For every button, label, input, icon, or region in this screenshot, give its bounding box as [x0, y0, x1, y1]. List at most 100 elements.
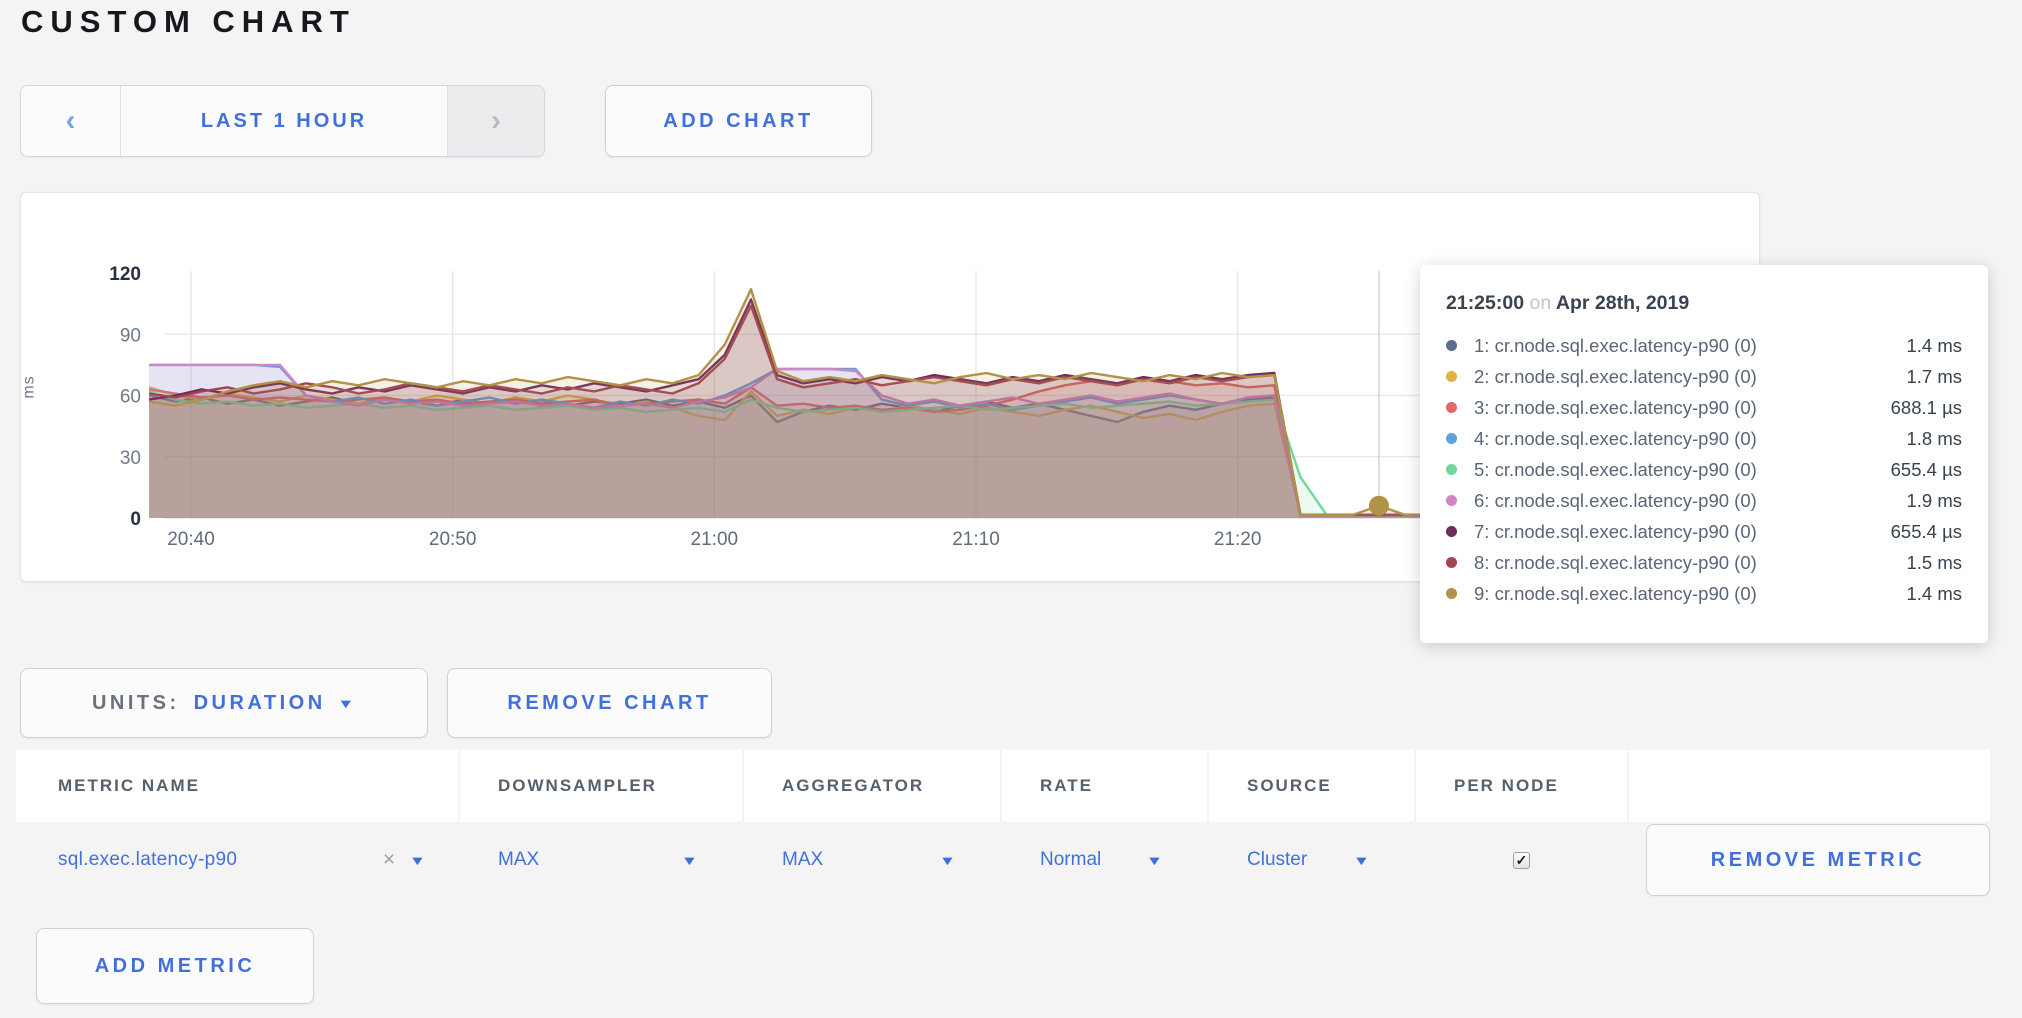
header-downsampler: DOWNSAMPLER [460, 750, 742, 822]
series-color-dot-icon [1446, 464, 1457, 475]
time-window-next-button[interactable]: › [447, 86, 544, 156]
time-window-dropdown[interactable]: LAST 1 HOUR [121, 86, 447, 156]
downsampler-select[interactable]: MAX [498, 849, 539, 871]
tooltip-series-label: 7: cr.node.sql.exec.latency-p90 (0) [1474, 521, 1757, 543]
tooltip-date: Apr 28th, 2019 [1556, 292, 1689, 314]
series-color-dot-icon [1446, 526, 1457, 537]
hover-point [1369, 496, 1389, 516]
tooltip-series-list: 1: cr.node.sql.exec.latency-p90 (0) 1.4 m… [1446, 330, 1962, 609]
tooltip-series-label: 5: cr.node.sql.exec.latency-p90 (0) [1474, 459, 1757, 481]
time-window-selector: ‹ LAST 1 HOUR › [20, 85, 545, 157]
chevron-left-icon: ‹ [66, 106, 76, 136]
y-tick-label: 90 [120, 325, 141, 346]
header-source: SOURCE [1209, 750, 1414, 822]
per-node-checkbox[interactable]: ✓ [1513, 852, 1530, 869]
clear-metric-icon[interactable]: × [383, 848, 395, 872]
tooltip-series-label: 3: cr.node.sql.exec.latency-p90 (0) [1474, 397, 1757, 419]
series-color-dot-icon [1446, 557, 1457, 568]
units-dropdown[interactable]: UNITS: DURATION ▼ [20, 668, 428, 738]
series-color-dot-icon [1446, 371, 1457, 382]
rate-select[interactable]: Normal [1040, 849, 1101, 871]
header-per-node: PER NODE [1416, 750, 1627, 822]
series-color-dot-icon [1446, 402, 1457, 413]
tooltip-series-label: 6: cr.node.sql.exec.latency-p90 (0) [1474, 490, 1757, 512]
y-tick-label: 30 [120, 448, 141, 469]
add-metric-button[interactable]: ADD METRIC [36, 928, 314, 1004]
series-color-dot-icon [1446, 588, 1457, 599]
series-color-dot-icon [1446, 495, 1457, 506]
tooltip-header: 21:25:00 on Apr 28th, 2019 [1446, 292, 1962, 315]
add-chart-button[interactable]: ADD CHART [605, 85, 872, 157]
metrics-table-header: METRIC NAME DOWNSAMPLER AGGREGATOR RATE … [16, 750, 1990, 822]
page-title: CUSTOM CHART [21, 4, 356, 40]
x-tick-label: 20:40 [167, 529, 215, 550]
tooltip-series-value: 655.4 µs [1891, 521, 1962, 543]
remove-chart-button[interactable]: REMOVE CHART [447, 668, 772, 738]
header-actions [1629, 750, 1990, 822]
time-window-prev-button[interactable]: ‹ [21, 86, 121, 156]
metric-name-cell: sql.exec.latency-p90 × ▼ [16, 822, 458, 898]
per-node-cell: ✓ [1416, 822, 1627, 898]
metric-row: sql.exec.latency-p90 × ▼ MAX ▼ MAX ▼ Nor… [16, 822, 1990, 898]
checkmark-icon: ✓ [1516, 852, 1528, 869]
tooltip-series-value: 655.4 µs [1891, 459, 1962, 481]
tooltip-series-label: 4: cr.node.sql.exec.latency-p90 (0) [1474, 428, 1757, 450]
rate-cell: Normal ▼ [1002, 822, 1207, 898]
y-tick-label: 120 [109, 264, 141, 285]
downsampler-cell: MAX ▼ [460, 822, 742, 898]
tooltip-series-value: 1.7 ms [1906, 366, 1962, 388]
aggregator-cell: MAX ▼ [744, 822, 1000, 898]
y-tick-label: 0 [130, 509, 141, 530]
tooltip-row: 9: cr.node.sql.exec.latency-p90 (0) 1.4 m… [1446, 578, 1962, 609]
y-axis-unit-label: ms [21, 375, 39, 398]
tooltip-row: 8: cr.node.sql.exec.latency-p90 (0) 1.5 m… [1446, 547, 1962, 578]
x-tick-label: 20:50 [429, 529, 477, 550]
tooltip-series-label: 2: cr.node.sql.exec.latency-p90 (0) [1474, 366, 1757, 388]
chart-hover-tooltip: 21:25:00 on Apr 28th, 2019 1: cr.node.sq… [1420, 265, 1988, 643]
tooltip-row: 6: cr.node.sql.exec.latency-p90 (0) 1.9 m… [1446, 485, 1962, 516]
metrics-table: METRIC NAME DOWNSAMPLER AGGREGATOR RATE … [16, 750, 1990, 898]
tooltip-series-label: 1: cr.node.sql.exec.latency-p90 (0) [1474, 335, 1757, 357]
actions-cell: REMOVE METRIC [1629, 822, 1990, 898]
tooltip-series-value: 688.1 µs [1891, 397, 1962, 419]
aggregator-select[interactable]: MAX [782, 849, 823, 871]
tooltip-series-value: 1.4 ms [1906, 335, 1962, 357]
tooltip-row: 3: cr.node.sql.exec.latency-p90 (0) 688.1… [1446, 392, 1962, 423]
tooltip-series-label: 9: cr.node.sql.exec.latency-p90 (0) [1474, 583, 1757, 605]
tooltip-row: 5: cr.node.sql.exec.latency-p90 (0) 655.4… [1446, 454, 1962, 485]
tooltip-series-value: 1.9 ms [1906, 490, 1962, 512]
metric-name-value[interactable]: sql.exec.latency-p90 [58, 849, 237, 871]
y-tick-label: 60 [120, 387, 141, 408]
units-value: DURATION [194, 692, 326, 715]
header-aggregator: AGGREGATOR [744, 750, 1000, 822]
caret-down-icon: ▼ [337, 697, 359, 710]
caret-down-icon[interactable]: ▼ [1353, 854, 1370, 867]
caret-down-icon[interactable]: ▼ [1146, 854, 1163, 867]
tooltip-row: 7: cr.node.sql.exec.latency-p90 (0) 655.4… [1446, 516, 1962, 547]
series-color-dot-icon [1446, 340, 1457, 351]
tooltip-series-value: 1.5 ms [1906, 552, 1962, 574]
tooltip-on-word: on [1529, 292, 1551, 314]
tooltip-series-value: 1.4 ms [1906, 583, 1962, 605]
caret-down-icon[interactable]: ▼ [681, 854, 698, 867]
header-metric-name: METRIC NAME [16, 750, 458, 822]
series-color-dot-icon [1446, 433, 1457, 444]
x-tick-label: 21:10 [952, 529, 1000, 550]
series-area [149, 289, 1431, 518]
caret-down-icon[interactable]: ▼ [409, 854, 426, 867]
chevron-right-icon: › [491, 106, 501, 136]
tooltip-series-label: 8: cr.node.sql.exec.latency-p90 (0) [1474, 552, 1757, 574]
tooltip-series-value: 1.8 ms [1906, 428, 1962, 450]
tooltip-row: 4: cr.node.sql.exec.latency-p90 (0) 1.8 m… [1446, 423, 1962, 454]
caret-down-icon[interactable]: ▼ [939, 854, 956, 867]
header-rate: RATE [1002, 750, 1207, 822]
source-cell: Cluster ▼ [1209, 822, 1414, 898]
x-tick-label: 21:00 [691, 529, 739, 550]
source-select[interactable]: Cluster [1247, 849, 1307, 871]
remove-metric-button[interactable]: REMOVE METRIC [1646, 824, 1990, 896]
tooltip-time: 21:25:00 [1446, 292, 1524, 314]
x-tick-label: 21:20 [1214, 529, 1262, 550]
units-label: UNITS: [92, 692, 180, 715]
tooltip-row: 1: cr.node.sql.exec.latency-p90 (0) 1.4 m… [1446, 330, 1962, 361]
tooltip-row: 2: cr.node.sql.exec.latency-p90 (0) 1.7 m… [1446, 361, 1962, 392]
